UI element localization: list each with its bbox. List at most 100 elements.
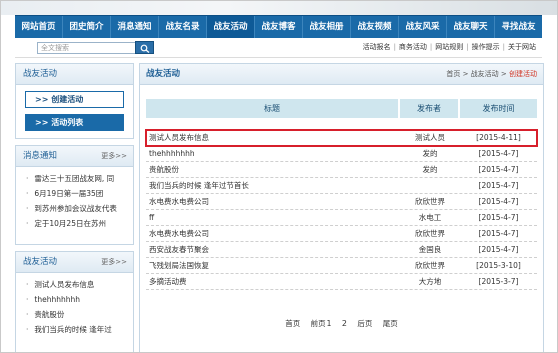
toolbar: 全文搜索 活动报名 | 商务活动 | 网站规则 | 操作提示 | 关于网站 <box>15 38 542 58</box>
toplink-separator: | <box>429 43 433 51</box>
table-row: 多摘活动费 大方地 [2015-3-7] <box>146 274 537 290</box>
page-frame: 网站首页 团史简介 消息通知 战友名录 战友活动 战友博客 战友相册 战友视频 战友风采 战友聊天… <box>0 0 558 353</box>
toplink-separator: | <box>502 43 505 51</box>
activity-panel: 战友活动 更多>> · 测试人员发布信息 · thehhhhhhh · 贵航股份 · 我们当兵… <box>15 251 134 352</box>
main-nav: 网站首页 团史简介 消息通知 战友名录 战友活动 战友博客 战友相册 战友视频 战友风采 战友聊天… <box>15 15 542 38</box>
breadcrumb-home[interactable]: 首页 <box>446 70 460 78</box>
nav-item[interactable]: 战友视频 <box>351 16 399 38</box>
row-date: [2015-4-7] <box>478 245 519 254</box>
row-title[interactable]: 我们当兵的时候 逢年过节首长 <box>146 178 400 193</box>
row-date: [2015-4-7] <box>478 229 519 238</box>
row-date: [2015-4-7] <box>478 181 519 190</box>
left-sidebar: 战友活动 >> 创建活动 >> 活动列表 消息通知 更多>> · 雷达三十五团战友… <box>15 63 134 352</box>
row-title[interactable]: 飞残划局法国恢复 <box>146 258 400 273</box>
search-button[interactable] <box>135 41 154 54</box>
table-row: ff 水电工 [2015-4-7] <box>146 210 537 226</box>
nav-item[interactable]: 战友名录 <box>159 16 207 38</box>
list-item[interactable]: · thehhhhhhh <box>16 292 133 307</box>
list-item-label: 贵航股份 <box>34 310 65 319</box>
row-publisher: 欣欣世界 <box>415 261 445 270</box>
pager-last[interactable]: 尾页 <box>383 319 398 328</box>
pager-prev[interactable]: 前页1 <box>311 319 332 328</box>
row-date: [2015-3-10] <box>476 261 521 270</box>
breadcrumb-section[interactable]: 战友活动 <box>471 70 499 78</box>
list-item[interactable]: · 雷达三十五团战友网, 同 <box>16 171 133 186</box>
list-item-label: 雷达三十五团战友网, 同 <box>34 174 115 183</box>
bullet-icon: · <box>26 174 29 183</box>
column-date: 发布时间 <box>460 99 537 118</box>
nav-item[interactable]: 消息通知 <box>111 16 159 38</box>
column-publisher: 发布者 <box>400 99 460 118</box>
search-input[interactable]: 全文搜索 <box>37 42 137 54</box>
nav-item[interactable]: 战友风采 <box>399 16 447 38</box>
bullet-icon: · <box>26 204 29 213</box>
bullet-icon: · <box>26 295 29 304</box>
list-item[interactable]: · 我们当兵的时候 逢年过 <box>16 322 133 337</box>
table-row: 贵航股份 发的 [2015-4-7] <box>146 162 537 178</box>
nav-item[interactable]: 战友聊天 <box>447 16 495 38</box>
toplink[interactable]: 网站规则 <box>435 43 463 51</box>
main-header: 战友活动 首页 > 战友活动 > 创建活动 <box>140 64 543 85</box>
pager-first[interactable]: 首页 <box>285 319 300 328</box>
row-title[interactable]: 水电费水电费公司 <box>146 226 400 241</box>
row-title[interactable]: 西安战友春节聚会 <box>146 242 400 257</box>
create-activity-button[interactable]: >> 创建活动 <box>25 91 124 108</box>
list-item[interactable]: · 定于10月25日在苏州 <box>16 216 133 231</box>
pager-prev-label: 前页 <box>310 319 326 328</box>
table-row: 飞残划局法国恢复 欣欣世界 [2015-3-10] <box>146 258 537 274</box>
row-title[interactable]: thehhhhhhh <box>146 146 400 161</box>
notices-panel: 消息通知 更多>> · 雷达三十五团战友网, 同 · 6月19日第一届35团 · 到苏州参… <box>15 145 134 245</box>
list-item[interactable]: · 贵航股份 <box>16 307 133 322</box>
activity-panel-title-label: 战友活动 <box>23 257 58 267</box>
row-title[interactable]: 贵航股份 <box>146 162 400 177</box>
list-item[interactable]: · 6月19日第一届35团 <box>16 186 133 201</box>
activity-list-button[interactable]: >> 活动列表 <box>25 114 124 131</box>
nav-item[interactable]: 战友相册 <box>303 16 351 38</box>
table-row: 水电费水电费公司 欣欣世界 [2015-4-7] <box>146 226 537 242</box>
notices-title-label: 消息通知 <box>23 151 58 161</box>
bullet-icon: · <box>26 325 29 334</box>
activity-table: 测试人员发布信息 测试人员 [2015-4-11] thehhhhhhh 发的 [2015… <box>145 129 538 290</box>
row-title[interactable]: 水电费水电费公司 <box>146 194 400 209</box>
row-date: [2015-4-7] <box>478 197 519 206</box>
activity-more-link[interactable]: 更多>> <box>101 252 127 272</box>
row-publisher: 水电工 <box>418 213 442 222</box>
table-row: 西安战友春节聚会 金国良 [2015-4-7] <box>146 242 537 258</box>
nav-item[interactable]: 战友博客 <box>255 16 303 38</box>
row-publisher: 发的 <box>422 149 438 158</box>
row-publisher: 发的 <box>422 165 438 174</box>
list-item[interactable]: · 到苏州参加会议战友代表 <box>16 201 133 216</box>
activity-list: · 测试人员发布信息 · thehhhhhhh · 贵航股份 · 我们当兵的时候 逢年过 <box>16 273 133 337</box>
row-date: [2015-3-7] <box>478 277 519 286</box>
activity-menu-panel: 战友活动 >> 创建活动 >> 活动列表 <box>15 63 134 139</box>
nav-item[interactable]: 寻找战友 <box>495 16 542 38</box>
row-publisher: 欣欣世界 <box>415 197 445 206</box>
row-publisher <box>400 178 460 193</box>
bullet-icon: · <box>26 280 29 289</box>
row-date: [2015-4-7] <box>478 149 519 158</box>
main-content: 战友活动 首页 > 战友活动 > 创建活动 标题 发布者 发布时间 测试人员发布… <box>139 63 544 352</box>
nav-item[interactable]: 战友活动 <box>207 16 255 38</box>
nav-item[interactable]: 网站首页 <box>15 16 63 38</box>
toplink-separator: | <box>393 43 396 51</box>
bullet-icon: · <box>26 189 29 198</box>
page-title: 战友活动 <box>146 69 181 79</box>
row-publisher: 测试人员 <box>415 133 445 142</box>
notices-list: · 雷达三十五团战友网, 同 · 6月19日第一届35团 · 到苏州参加会议战友代表 · 定于… <box>16 167 133 231</box>
toplink[interactable]: 活动报名 <box>363 43 391 51</box>
toplink[interactable]: 操作提示 <box>472 43 500 51</box>
row-title[interactable]: ff <box>146 210 400 225</box>
notices-more-link[interactable]: 更多>> <box>101 146 127 166</box>
nav-item[interactable]: 团史简介 <box>63 16 111 38</box>
list-item[interactable]: · 测试人员发布信息 <box>16 277 133 292</box>
row-title[interactable]: 测试人员发布信息 <box>146 130 400 145</box>
row-title[interactable]: 多摘活动费 <box>146 274 400 289</box>
row-publisher: 欣欣世界 <box>415 229 445 238</box>
pager-next[interactable]: 后页 <box>357 319 372 328</box>
pager-page-1[interactable]: 1 <box>327 319 332 328</box>
pager-page-2[interactable]: 2 <box>342 319 347 328</box>
toplink[interactable]: 商务活动 <box>399 43 427 51</box>
top-links: 活动报名 | 商务活动 | 网站规则 | 操作提示 | 关于网站 <box>363 42 536 52</box>
toplink[interactable]: 关于网站 <box>508 43 536 51</box>
activity-panel-title: 战友活动 更多>> <box>16 252 133 273</box>
